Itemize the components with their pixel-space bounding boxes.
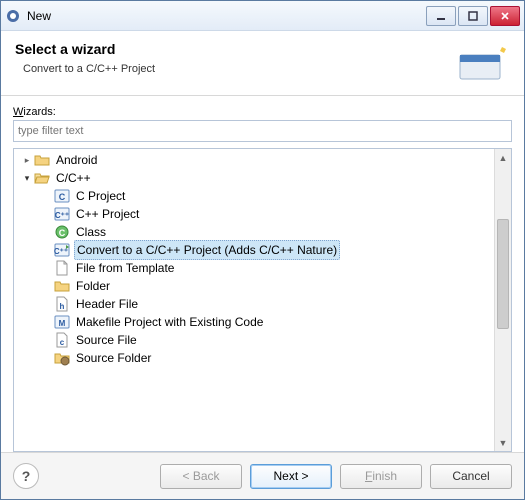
tree-item[interactable]: Source Folder: [14, 349, 494, 367]
next-button[interactable]: Next >: [250, 464, 332, 489]
tree-item-label: Folder: [74, 277, 112, 295]
dialog-window: New Select a wizard Convert to a C/C++ P…: [0, 0, 525, 500]
folder-closed-icon: [54, 278, 70, 294]
cpp-convert-icon: [54, 242, 70, 258]
tree-item-label: Source Folder: [74, 349, 153, 367]
tree-item-label: Makefile Project with Existing Code: [74, 313, 265, 331]
scroll-down-arrow[interactable]: ▼: [495, 434, 511, 451]
tree-item-label: Class: [74, 223, 108, 241]
source-file-icon: [54, 332, 70, 348]
scroll-up-arrow[interactable]: ▲: [495, 149, 511, 166]
class-icon: [54, 224, 70, 240]
header-file-icon: [54, 296, 70, 312]
scroll-thumb[interactable]: [497, 219, 509, 329]
back-button[interactable]: < Back: [160, 464, 242, 489]
caret-expanded-icon[interactable]: ▾: [20, 169, 34, 187]
wizard-footer: ? < Back Next > Finish Cancel: [1, 452, 524, 499]
tree-item[interactable]: Class: [14, 223, 494, 241]
tree-item-label: File from Template: [74, 259, 176, 277]
tree-item[interactable]: C Project: [14, 187, 494, 205]
tree-item-label: C/C++: [54, 169, 93, 187]
tree-item-label: Source File: [74, 331, 139, 349]
window-controls: [426, 6, 520, 26]
wizard-body: Wizards: ▸ Android ▾ C/C++C ProjectC++ Proj…: [1, 96, 524, 452]
tree-item-label: Android: [54, 151, 99, 169]
tree-item-label: C++ Project: [74, 205, 141, 223]
tree-item[interactable]: File from Template: [14, 259, 494, 277]
folder-closed-icon: [34, 152, 50, 168]
help-button[interactable]: ?: [13, 463, 39, 489]
tree-item[interactable]: Folder: [14, 277, 494, 295]
app-icon: [5, 8, 21, 24]
tree-item[interactable]: Source File: [14, 331, 494, 349]
close-button[interactable]: [490, 6, 520, 26]
tree-item[interactable]: ▾ C/C++: [14, 169, 494, 187]
caret-collapsed-icon[interactable]: ▸: [20, 151, 34, 169]
cpp-project-icon: [54, 206, 70, 222]
tree-container: ▸ Android ▾ C/C++C ProjectC++ ProjectClassC…: [13, 148, 512, 452]
wizard-tree[interactable]: ▸ Android ▾ C/C++C ProjectC++ ProjectClassC…: [14, 149, 494, 451]
vertical-scrollbar[interactable]: ▲ ▼: [494, 149, 511, 451]
folder-open-icon: [34, 170, 50, 186]
tree-item-label: C Project: [74, 187, 127, 205]
page-subtitle: Convert to a C/C++ Project: [23, 63, 450, 75]
cancel-button[interactable]: Cancel: [430, 464, 512, 489]
wizard-banner-icon: [450, 41, 510, 81]
tree-item-label: Header File: [74, 295, 140, 313]
minimize-button[interactable]: [426, 6, 456, 26]
tree-item[interactable]: Makefile Project with Existing Code: [14, 313, 494, 331]
wizard-header: Select a wizard Convert to a C/C++ Proje…: [1, 31, 524, 96]
tree-item-label: Convert to a C/C++ Project (Adds C/C++ N…: [74, 240, 340, 260]
c-project-icon: [54, 188, 70, 204]
maximize-button[interactable]: [458, 6, 488, 26]
tree-item[interactable]: Convert to a C/C++ Project (Adds C/C++ N…: [14, 241, 494, 259]
titlebar: New: [1, 1, 524, 31]
finish-button[interactable]: Finish: [340, 464, 422, 489]
makefile-icon: [54, 314, 70, 330]
tree-item[interactable]: Header File: [14, 295, 494, 313]
filter-input[interactable]: [13, 120, 512, 142]
source-folder-icon: [54, 350, 70, 366]
page-title: Select a wizard: [15, 41, 450, 57]
tree-item[interactable]: ▸ Android: [14, 151, 494, 169]
window-title: New: [27, 9, 426, 23]
tree-item[interactable]: C++ Project: [14, 205, 494, 223]
file-template-icon: [54, 260, 70, 276]
wizards-label: Wizards:: [13, 106, 512, 118]
